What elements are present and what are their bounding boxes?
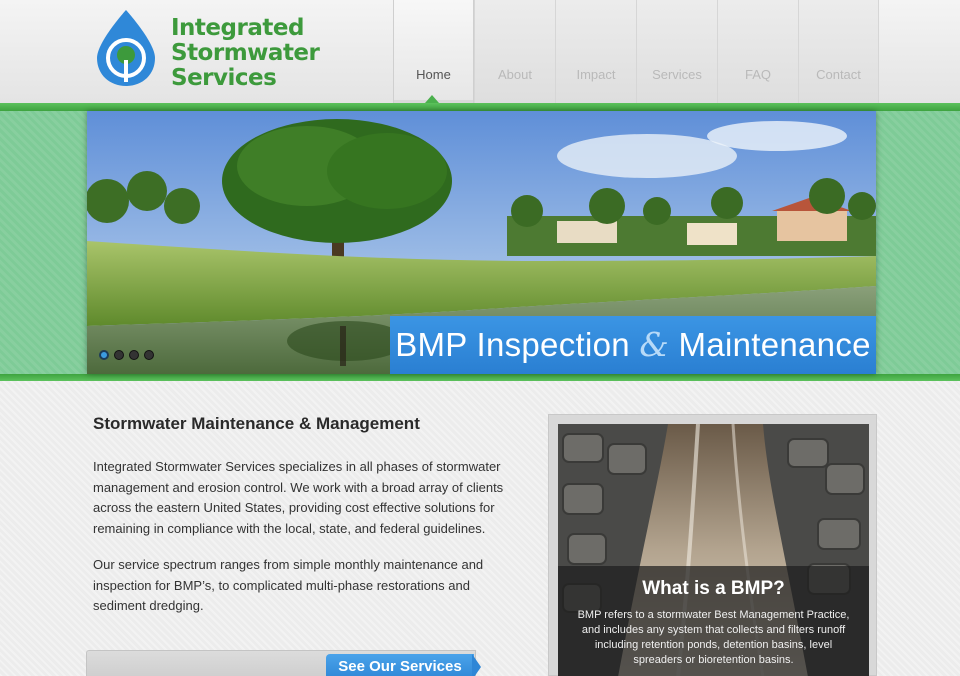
bmp-caption-overlay: What is a BMP? BMP refers to a stormwate… bbox=[558, 566, 869, 676]
slide-caption-ampersand: & bbox=[639, 325, 670, 364]
see-services-button[interactable]: See Our Services bbox=[326, 654, 474, 676]
bmp-card-text: BMP refers to a stormwater Best Manageme… bbox=[577, 609, 850, 666]
bmp-card-title: What is a BMP? bbox=[642, 578, 785, 599]
slide-caption-part2: Maintenance bbox=[678, 326, 871, 363]
slide-caption-part1: BMP Inspection bbox=[395, 326, 630, 363]
nav-impact[interactable]: Impact bbox=[555, 0, 636, 103]
bmp-info-card[interactable]: What is a BMP? BMP refers to a stormwate… bbox=[548, 414, 877, 676]
site-header: Integrated Stormwater Services Home Abou… bbox=[0, 0, 960, 103]
brand-name-line1: Integrated bbox=[171, 15, 304, 41]
nav-home[interactable]: Home bbox=[393, 0, 474, 103]
hero-slide[interactable]: BMP Inspection & Maintenance bbox=[87, 111, 876, 374]
nav-services[interactable]: Services bbox=[636, 0, 717, 103]
nav-about[interactable]: About bbox=[474, 0, 555, 103]
cta-arrow-icon bbox=[472, 654, 481, 676]
active-nav-pointer bbox=[425, 95, 439, 103]
slider-pagination bbox=[99, 350, 154, 360]
section-heading: Stormwater Maintenance & Management bbox=[93, 414, 420, 433]
logo[interactable]: Integrated Stormwater Services bbox=[93, 8, 323, 91]
brand-name-line2: Stormwater bbox=[171, 40, 320, 66]
nav-faq[interactable]: FAQ bbox=[717, 0, 798, 103]
slider-dot-1[interactable] bbox=[99, 350, 109, 360]
water-drop-icon bbox=[97, 10, 155, 86]
slider-dot-2[interactable] bbox=[114, 350, 124, 360]
intro-paragraph: Integrated Stormwater Services specializ… bbox=[93, 459, 504, 536]
slider-dot-4[interactable] bbox=[144, 350, 154, 360]
services-paragraph: Our service spectrum ranges from simple … bbox=[93, 557, 484, 613]
slide-caption: BMP Inspection & Maintenance bbox=[390, 316, 876, 374]
bmp-image-frame: What is a BMP? BMP refers to a stormwate… bbox=[558, 424, 869, 676]
brand-name-line3: Services bbox=[171, 65, 277, 91]
banner-top-border bbox=[0, 103, 960, 111]
slider-dot-3[interactable] bbox=[129, 350, 139, 360]
nav-contact[interactable]: Contact bbox=[798, 0, 879, 103]
brand-name: Integrated Stormwater Services bbox=[171, 15, 320, 91]
banner-bottom-border bbox=[0, 374, 960, 381]
main-nav: Home About Impact Services FAQ Contact bbox=[393, 0, 879, 103]
